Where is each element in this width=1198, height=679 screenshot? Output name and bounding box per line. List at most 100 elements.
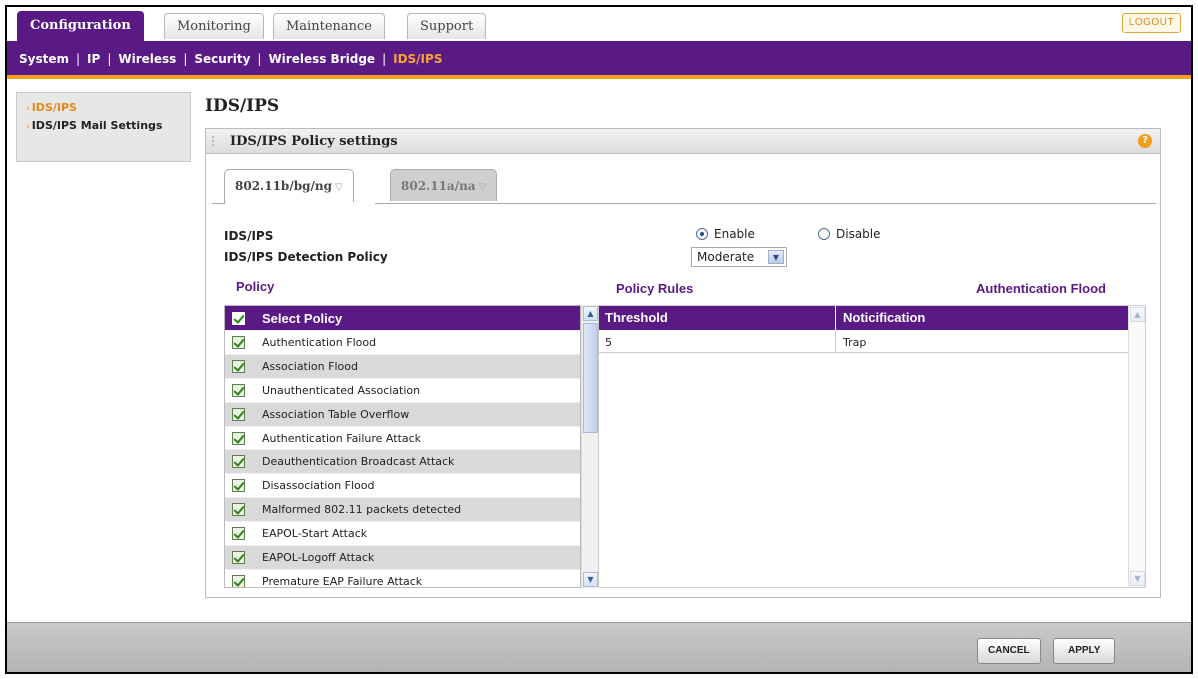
tab-support[interactable]: Support (407, 13, 487, 39)
panel-title: IDS/IPS Policy settings (230, 134, 398, 149)
chevron-right-icon: › (26, 122, 30, 132)
table-row[interactable]: 5 Trap (599, 331, 1129, 353)
policy-checkbox[interactable] (232, 407, 245, 421)
policy-row[interactable]: Association Table Overflow (225, 401, 580, 426)
policy-row[interactable]: EAPOL-Logoff Attack (225, 545, 580, 569)
chevron-down-icon[interactable]: ▼ (1130, 571, 1145, 586)
help-icon[interactable]: ? (1138, 134, 1152, 148)
top-tab-bar: Configuration Monitoring Maintenance Sup… (7, 7, 1191, 45)
policy-checkbox[interactable] (232, 335, 245, 349)
policy-name: Unauthenticated Association (262, 383, 421, 397)
subnav-item-ip[interactable]: IP (87, 52, 100, 66)
subnav-item-ids-ips[interactable]: IDS/IPS (393, 52, 442, 66)
policy-checkbox[interactable] (232, 383, 245, 397)
policy-row[interactable]: Association Flood (225, 353, 580, 378)
scrollbar-thumb[interactable] (583, 323, 598, 433)
disable-label: Disable (836, 227, 881, 241)
subnav-separator: | (382, 52, 387, 66)
tab-band-bgn[interactable]: 802.11b/bg/ng ▽ (224, 169, 354, 204)
subnav-item-wireless-bridge[interactable]: Wireless Bridge (268, 52, 375, 66)
subnav-item-security[interactable]: Security (194, 52, 250, 66)
left-menu-item-ids-ips[interactable]: › IDS/IPS (26, 101, 77, 114)
policy-name: Association Flood (262, 359, 358, 373)
subnav-separator: | (183, 52, 188, 66)
policy-rules-table: Threshold Noticification 5 Trap ▲ ▼ (598, 305, 1146, 588)
sub-navigation: System | IP | Wireless | Security | Wire… (7, 41, 1191, 79)
page-title: IDS/IPS (205, 96, 280, 116)
subnav-link-wireless-bridge[interactable]: Wireless Bridge (268, 52, 375, 66)
subnav-separator: | (76, 52, 81, 66)
enable-radio[interactable]: Enable (696, 227, 755, 241)
chevron-up-icon[interactable]: ▲ (583, 306, 598, 321)
threshold-header: Threshold (605, 310, 668, 325)
panel-header: IDS/IPS Policy settings ? (206, 129, 1160, 154)
selected-policy-heading: Authentication Flood (976, 281, 1106, 296)
app-window: Configuration Monitoring Maintenance Sup… (5, 5, 1193, 674)
detection-policy-label: IDS/IPS Detection Policy (224, 250, 388, 264)
policy-list-header: Select Policy (225, 306, 580, 330)
radio-unselected-icon[interactable] (818, 228, 830, 240)
policy-checkbox[interactable] (232, 359, 245, 373)
policy-rules-heading: Policy Rules (616, 281, 694, 296)
detection-policy-value: Moderate (697, 250, 755, 264)
select-all-checkbox[interactable] (232, 311, 245, 325)
left-menu-label: IDS/IPS Mail Settings (31, 119, 163, 132)
chevron-up-icon[interactable]: ▲ (1130, 307, 1145, 322)
subnav-separator: | (107, 52, 112, 66)
policy-row[interactable]: Unauthenticated Association (225, 377, 580, 402)
rules-scrollbar[interactable]: ▲ ▼ (1128, 306, 1145, 587)
apply-button[interactable]: APPLY (1053, 638, 1116, 664)
tab-configuration[interactable]: Configuration (17, 11, 144, 41)
policy-name: EAPOL-Logoff Attack (262, 550, 375, 564)
subnav-separator: | (257, 52, 262, 66)
wifi-icon: ▽ (478, 182, 487, 193)
grip-icon (212, 136, 222, 146)
tab-maintenance[interactable]: Maintenance (273, 13, 385, 39)
policy-list-scrollbar[interactable]: ▲ ▼ (581, 305, 598, 588)
policy-checkbox[interactable] (232, 503, 245, 517)
subnav-link-ip[interactable]: IP (87, 52, 100, 66)
disable-radio[interactable]: Disable (818, 227, 881, 241)
policy-checkbox[interactable] (232, 455, 245, 469)
tab-band-ana[interactable]: 802.11a/na ▽ (390, 169, 498, 201)
policy-row[interactable]: Premature EAP Failure Attack (225, 568, 580, 588)
policy-name: Deauthentication Broadcast Attack (262, 455, 455, 469)
tab-monitoring[interactable]: Monitoring (164, 13, 264, 39)
subnav-link-ids-ips[interactable]: IDS/IPS (393, 52, 442, 66)
chevron-right-icon: › (26, 104, 30, 114)
policy-name: Association Table Overflow (262, 407, 410, 421)
chevron-down-icon[interactable]: ▼ (768, 250, 784, 264)
policy-row[interactable]: Authentication Failure Attack (225, 425, 580, 450)
policy-checkbox[interactable] (232, 550, 245, 564)
policy-heading: Policy (236, 279, 275, 294)
subnav-link-security[interactable]: Security (194, 52, 250, 66)
radio-selected-icon[interactable] (696, 228, 708, 240)
band-tab-label: 802.11a/na (401, 179, 476, 193)
policy-row[interactable]: Malformed 802.11 packets detected (225, 497, 580, 522)
chevron-down-icon[interactable]: ▼ (583, 572, 598, 587)
policy-row[interactable]: Authentication Flood (225, 330, 580, 354)
wifi-icon: ▽ (334, 182, 343, 193)
policy-name: Authentication Failure Attack (262, 431, 422, 445)
detection-policy-select[interactable]: Moderate ▼ (691, 247, 787, 267)
subnav-item-system[interactable]: System (19, 52, 69, 66)
subnav-link-wireless[interactable]: Wireless (118, 52, 176, 66)
subnav-item-wireless[interactable]: Wireless (118, 52, 176, 66)
left-menu-item-ids-ips-mail-settings[interactable]: › IDS/IPS Mail Settings (26, 119, 176, 134)
policy-row[interactable]: Deauthentication Broadcast Attack (225, 449, 580, 474)
policy-checkbox[interactable] (232, 431, 245, 445)
policy-list: Select Policy Authentication Flood Assoc… (224, 305, 581, 588)
policy-checkbox[interactable] (232, 527, 245, 541)
policy-name: Premature EAP Failure Attack (262, 574, 423, 588)
column-divider (835, 331, 836, 353)
policy-checkbox[interactable] (232, 574, 245, 587)
cancel-button[interactable]: CANCEL (977, 638, 1041, 664)
select-policy-header: Select Policy (262, 310, 343, 326)
logout-button[interactable]: LOGOUT (1121, 13, 1181, 33)
tab-divider-mask (225, 202, 375, 205)
subnav-link-system[interactable]: System (19, 52, 69, 66)
enable-label: Enable (714, 227, 755, 241)
policy-row[interactable]: Disassociation Flood (225, 473, 580, 497)
policy-row[interactable]: EAPOL-Start Attack (225, 521, 580, 545)
policy-checkbox[interactable] (232, 479, 245, 493)
